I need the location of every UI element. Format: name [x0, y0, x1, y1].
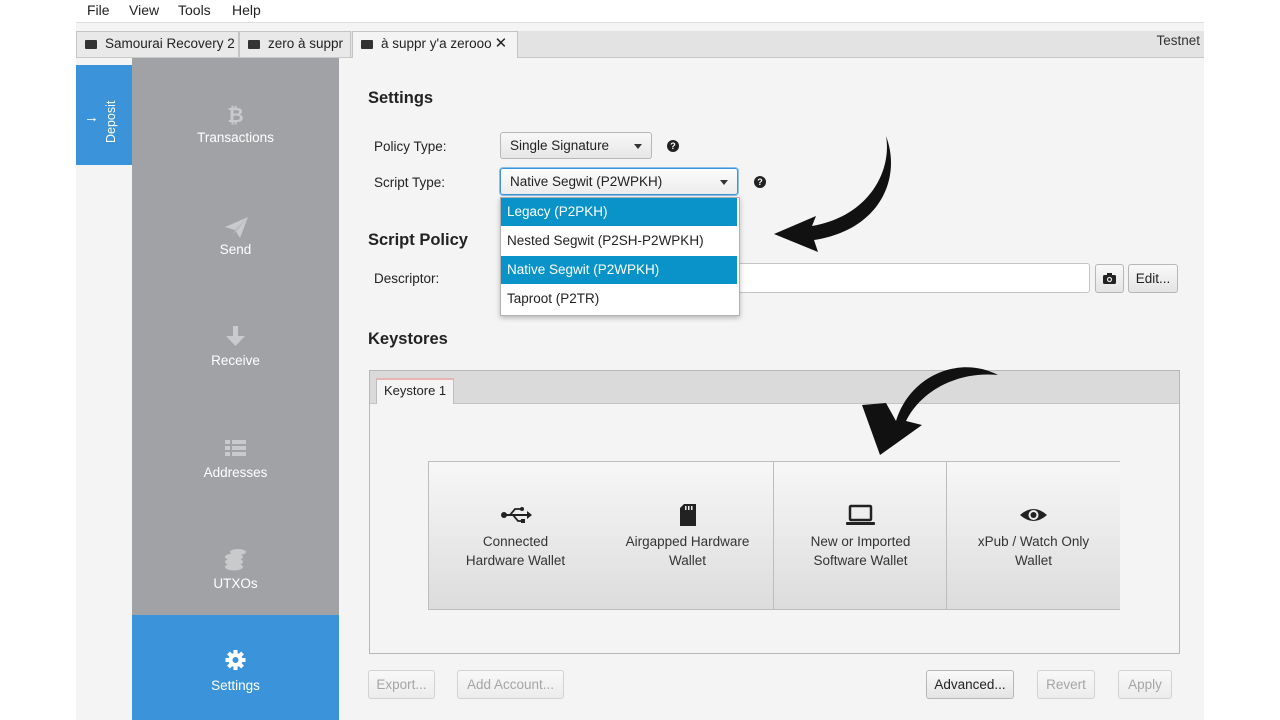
sidebar-item-addresses[interactable]: Addresses [132, 403, 339, 508]
sparrow-window: File View Tools Help Samourai Recovery 2… [76, 0, 1204, 720]
policy-help-icon[interactable]: ? [667, 140, 679, 152]
keystores-tabpane: Keystore 1 Connected Hardware Wallet Airg… [369, 370, 1180, 654]
sidebar-item-label: Receive [211, 353, 260, 368]
option-label-line2: Hardware Wallet [465, 553, 566, 568]
tab-label: à suppr y'a zerooo [381, 36, 492, 51]
deposit-label: Deposit [104, 100, 118, 143]
network-label: Testnet [1156, 33, 1200, 48]
sidebar-item-utxos[interactable]: UTXOs [132, 514, 339, 619]
annotation-arrow-import [862, 367, 998, 455]
coins-icon [132, 548, 339, 572]
option-label-line2: Wallet [1014, 553, 1052, 568]
keystores-title: Keystores [368, 330, 448, 348]
option-taproot-p2tr[interactable]: Taproot (P2TR) [501, 285, 737, 313]
sidebar-item-label: Settings [211, 678, 260, 693]
option-label-line2: Wallet [668, 553, 706, 568]
descriptor-camera-button[interactable] [1095, 264, 1124, 293]
option-label-line2: Software Wallet [813, 553, 908, 568]
gear-icon [132, 648, 339, 672]
sidebar-nav: ₿ Transactions Send Receive Addresses UT… [132, 58, 339, 720]
usb-icon [429, 502, 602, 528]
sidebar-item-send[interactable]: Send [132, 180, 339, 285]
eye-icon [947, 502, 1120, 528]
close-icon[interactable]: ✕ [495, 35, 508, 52]
arrow-down-icon [132, 325, 339, 349]
descriptor-edit-button[interactable]: Edit... [1128, 264, 1178, 293]
policy-type-select[interactable]: Single Signature [500, 132, 652, 159]
arrow-right-icon: → [84, 109, 99, 126]
chevron-down-icon [720, 180, 728, 185]
wallet-side-strip: → Deposit [76, 58, 133, 720]
wallet-tab-bar: Samourai Recovery 2 zero à suppr à suppr… [76, 31, 1204, 58]
sidebar-item-label: Send [219, 242, 252, 257]
sidebar-item-transactions[interactable]: ₿ Transactions [132, 68, 339, 173]
option-nested-segwit[interactable]: Nested Segwit (P2SH-P2WPKH) [501, 227, 737, 255]
script-type-label: Script Type: [374, 175, 446, 190]
sidebar-item-receive[interactable]: Receive [132, 291, 339, 396]
watch-only-wallet-button[interactable]: xPub / Watch Only Wallet [947, 462, 1120, 609]
tab-label: Samourai Recovery 2 [105, 36, 235, 51]
menu-help[interactable]: Help [232, 2, 261, 18]
keystores-tab-header: Keystore 1 [370, 371, 1179, 404]
tab-label: zero à suppr [268, 36, 344, 51]
policy-type-label: Policy Type: [374, 139, 447, 154]
camera-icon [1103, 273, 1116, 284]
sidebar-item-label: UTXOs [213, 576, 258, 591]
annotation-arrow-dropdown [774, 136, 891, 252]
menu-file[interactable]: File [87, 2, 110, 18]
deposit-button[interactable]: → Deposit [76, 65, 132, 165]
connected-hardware-wallet-button[interactable]: Connected Hardware Wallet [429, 462, 602, 609]
chevron-down-icon [634, 144, 642, 149]
apply-button[interactable]: Apply [1118, 670, 1172, 699]
wallet-icon [248, 40, 260, 49]
bitcoin-icon: ₿ [132, 102, 339, 127]
script-type-dropdown: Legacy (P2PKH) Nested Segwit (P2SH-P2WPK… [500, 197, 740, 316]
policy-type-value: Single Signature [510, 138, 610, 153]
settings-title: Settings [368, 89, 434, 107]
airgapped-hardware-wallet-button[interactable]: Airgapped Hardware Wallet [601, 462, 774, 609]
tab-samourai-recovery-2[interactable]: Samourai Recovery 2 [76, 31, 239, 57]
option-label-line1: Airgapped Hardware [625, 534, 750, 549]
list-icon [132, 437, 339, 461]
menu-bar: File View Tools Help [76, 0, 1204, 23]
revert-button[interactable]: Revert [1037, 670, 1095, 699]
sidebar-item-settings[interactable]: Settings [132, 615, 339, 720]
export-button[interactable]: Export... [368, 670, 435, 699]
tab-a-suppr-ya-zerooo[interactable]: à suppr y'a zerooo ✕ [352, 31, 518, 58]
script-type-value: Native Segwit (P2WPKH) [510, 174, 663, 189]
sd-card-icon [601, 502, 774, 528]
svg-text:₿: ₿ [227, 103, 243, 126]
menu-tools[interactable]: Tools [178, 2, 211, 18]
laptop-icon [774, 502, 947, 528]
script-policy-title: Script Policy [368, 231, 468, 249]
option-legacy-p2pkh[interactable]: Legacy (P2PKH) [501, 198, 737, 226]
option-label-line1: New or Imported [810, 534, 911, 549]
option-label-line1: Connected [482, 534, 549, 549]
wallet-icon [361, 40, 373, 49]
script-type-select[interactable]: Native Segwit (P2WPKH) [500, 168, 738, 195]
software-wallet-button[interactable]: New or Imported Software Wallet [774, 462, 947, 609]
keystore-import-options: Connected Hardware Wallet Airgapped Hardw… [428, 461, 1120, 610]
wallet-icon [85, 40, 97, 49]
option-label-line1: xPub / Watch Only [977, 534, 1090, 549]
sidebar-item-label: Transactions [197, 130, 274, 145]
add-account-button[interactable]: Add Account... [457, 670, 564, 699]
tab-zero-a-suppr[interactable]: zero à suppr [239, 31, 351, 57]
paper-plane-icon [132, 214, 339, 238]
menu-view[interactable]: View [129, 2, 159, 18]
tab-keystore-1[interactable]: Keystore 1 [376, 378, 455, 404]
sidebar-item-label: Addresses [203, 465, 268, 480]
option-native-segwit[interactable]: Native Segwit (P2WPKH) [501, 256, 737, 284]
descriptor-label: Descriptor: [374, 271, 440, 286]
advanced-button[interactable]: Advanced... [926, 670, 1014, 699]
